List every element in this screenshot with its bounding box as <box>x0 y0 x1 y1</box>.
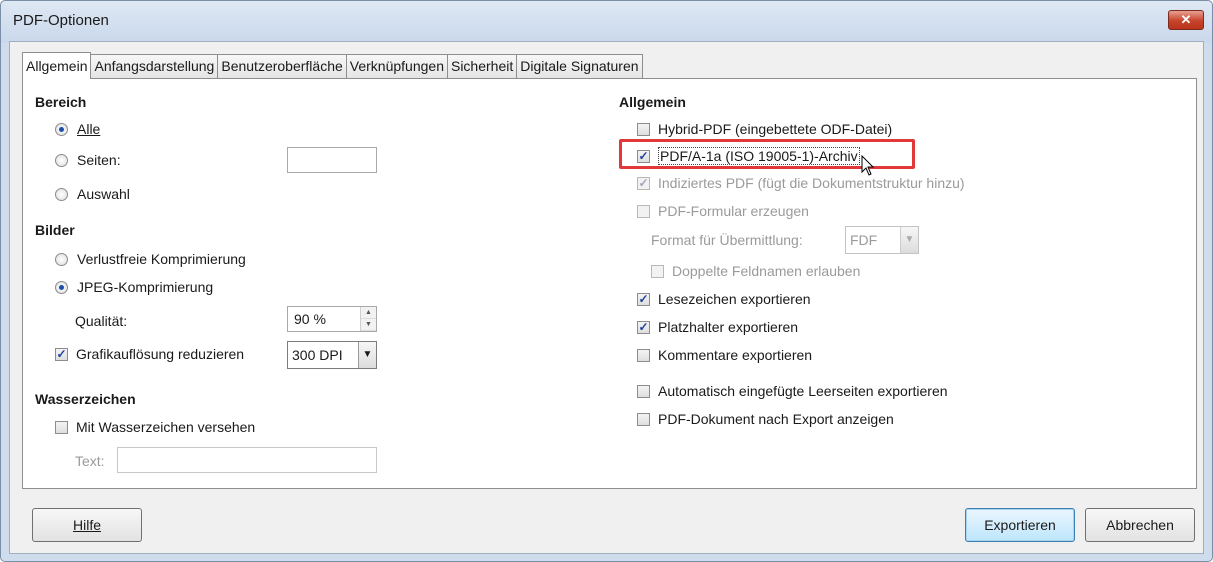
wasserzeichen-checkbox[interactable]: Mit Wasserzeichen versehen <box>55 419 255 435</box>
radio-jpeg-label: JPEG-Komprimierung <box>77 279 214 295</box>
tab-bar: Allgemein Anfangsdarstellung Benutzerobe… <box>22 52 643 79</box>
checkbox-unchecked-disabled[interactable] <box>637 204 650 218</box>
checkbox-checked[interactable]: ✓ <box>637 292 650 306</box>
radio-button[interactable] <box>55 252 68 266</box>
indiziert-checkbox[interactable]: ✓ Indiziertes PDF (fügt die Dokumentstru… <box>637 175 965 191</box>
pdf-options-dialog: PDF-Optionen ✕ Allgemein Anfangsdarstell… <box>0 0 1213 562</box>
abbrechen-button[interactable]: Abbrechen <box>1085 508 1195 542</box>
hilfe-button-label: Hilfe <box>72 517 101 533</box>
close-icon: ✕ <box>1180 12 1192 27</box>
checkbox-unchecked[interactable] <box>637 348 650 362</box>
tab-anfangsdarstellung[interactable]: Anfangsdarstellung <box>90 54 219 79</box>
spin-up-icon[interactable]: ▲ <box>361 307 376 319</box>
wasserzeichen-heading: Wasserzeichen <box>35 391 136 407</box>
wasserzeichen-label: Mit Wasserzeichen versehen <box>76 419 256 435</box>
mouse-pointer-icon <box>861 155 875 176</box>
platzhalter-checkbox[interactable]: ✓ Platzhalter exportieren <box>637 319 798 335</box>
hilfe-button[interactable]: Hilfe <box>32 508 142 542</box>
pdfa-label: PDF/A-1a (ISO 19005-1)-Archiv <box>658 147 860 165</box>
title-bar[interactable]: PDF-Optionen ✕ <box>1 1 1212 43</box>
lesezeichen-label: Lesezeichen exportieren <box>658 291 811 307</box>
radio-button[interactable] <box>55 187 68 201</box>
leerseiten-label: Automatisch eingefügte Leerseiten export… <box>658 383 948 399</box>
radio-button-selected[interactable] <box>55 122 68 136</box>
spin-buttons[interactable]: ▲ ▼ <box>360 307 376 331</box>
allgemein-heading: Allgemein <box>619 94 686 110</box>
qualitaet-spinbox[interactable]: 90 % ▲ ▼ <box>287 306 377 332</box>
pdf-formular-label: PDF-Formular erzeugen <box>658 203 809 219</box>
radio-jpeg[interactable]: JPEG-Komprimierung <box>55 279 213 295</box>
radio-auswahl[interactable]: Auswahl <box>55 186 130 202</box>
platzhalter-label: Platzhalter exportieren <box>658 319 799 335</box>
chevron-down-icon[interactable]: ▼ <box>358 342 376 368</box>
dpi-value: 300 DPI <box>292 347 343 363</box>
radio-alle-label: Alle <box>77 121 101 137</box>
dpi-dropdown[interactable]: 300 DPI ▼ <box>287 341 377 369</box>
qualitaet-value: 90 % <box>294 311 326 327</box>
tab-digitale-signaturen[interactable]: Digitale Signaturen <box>516 54 643 79</box>
qualitaet-label: Qualität: <box>75 313 128 329</box>
exportieren-button-label: Exportieren <box>984 517 1056 533</box>
checkbox-unchecked[interactable] <box>55 420 68 434</box>
tab-panel-allgemein: Bereich Alle Seiten: Auswahl Bilder Verl… <box>22 78 1197 489</box>
hybrid-pdf-checkbox[interactable]: Hybrid-PDF (eingebettete ODF-Datei) <box>637 121 892 137</box>
dialog-client-area: Allgemein Anfangsdarstellung Benutzerobe… <box>9 41 1204 554</box>
bereich-heading: Bereich <box>35 94 87 110</box>
format-label: Format für Übermittlung: <box>651 232 803 248</box>
checkbox-unchecked[interactable] <box>637 122 650 136</box>
doppelte-feldnamen-label: Doppelte Feldnamen erlauben <box>672 263 861 279</box>
tab-benutzeroberflaeche[interactable]: Benutzeroberfläche <box>217 54 347 79</box>
pdf-formular-checkbox[interactable]: PDF-Formular erzeugen <box>637 203 809 219</box>
tab-verknuepfungen[interactable]: Verknüpfungen <box>345 54 448 79</box>
kommentare-checkbox[interactable]: Kommentare exportieren <box>637 347 812 363</box>
checkbox-checked[interactable]: ✓ <box>637 149 650 163</box>
hybrid-pdf-label: Hybrid-PDF (eingebettete ODF-Datei) <box>658 121 893 137</box>
indiziert-label: Indiziertes PDF (fügt die Dokumentstrukt… <box>658 175 965 191</box>
seiten-input[interactable] <box>287 147 377 173</box>
checkbox-unchecked[interactable] <box>637 384 650 398</box>
radio-button-selected[interactable] <box>55 280 68 294</box>
grafikaufloesung-label: Grafikauflösung reduzieren <box>76 346 245 362</box>
close-button[interactable]: ✕ <box>1168 10 1204 30</box>
format-dropdown[interactable]: FDF ▼ <box>845 226 919 254</box>
leerseiten-checkbox[interactable]: Automatisch eingefügte Leerseiten export… <box>637 383 948 399</box>
tab-allgemein[interactable]: Allgemein <box>22 52 92 79</box>
spin-down-icon[interactable]: ▼ <box>361 319 376 331</box>
export-anzeigen-checkbox[interactable]: PDF-Dokument nach Export anzeigen <box>637 411 894 427</box>
radio-verlustfrei[interactable]: Verlustfreie Komprimierung <box>55 251 246 267</box>
wasserzeichen-text-input[interactable] <box>117 447 377 473</box>
window-title: PDF-Optionen <box>13 12 109 29</box>
radio-auswahl-label: Auswahl <box>77 186 130 202</box>
checkbox-checked[interactable]: ✓ <box>637 320 650 334</box>
radio-seiten-label: Seiten: <box>77 152 121 168</box>
format-value: FDF <box>850 232 878 248</box>
checkbox-checked-disabled[interactable]: ✓ <box>637 176 650 190</box>
export-anzeigen-label: PDF-Dokument nach Export anzeigen <box>658 411 894 427</box>
exportieren-button[interactable]: Exportieren <box>965 508 1075 542</box>
radio-verlustfrei-label: Verlustfreie Komprimierung <box>77 251 246 267</box>
chevron-down-icon[interactable]: ▼ <box>900 227 918 253</box>
abbrechen-button-label: Abbrechen <box>1106 517 1174 533</box>
radio-seiten[interactable]: Seiten: <box>55 152 121 168</box>
radio-alle[interactable]: Alle <box>55 121 100 137</box>
bilder-heading: Bilder <box>35 222 75 238</box>
grafikaufloesung-checkbox[interactable]: ✓ Grafikauflösung reduzieren <box>55 346 244 362</box>
doppelte-feldnamen-checkbox[interactable]: Doppelte Feldnamen erlauben <box>651 263 860 279</box>
radio-button[interactable] <box>55 153 68 167</box>
text-label: Text: <box>75 453 105 469</box>
tab-sicherheit[interactable]: Sicherheit <box>446 54 518 79</box>
checkbox-unchecked-disabled[interactable] <box>651 264 664 278</box>
lesezeichen-checkbox[interactable]: ✓ Lesezeichen exportieren <box>637 291 811 307</box>
kommentare-label: Kommentare exportieren <box>658 347 813 363</box>
checkbox-checked[interactable]: ✓ <box>55 347 68 361</box>
pdfa-checkbox[interactable]: ✓ PDF/A-1a (ISO 19005-1)-Archiv <box>637 147 860 165</box>
checkbox-unchecked[interactable] <box>637 412 650 426</box>
